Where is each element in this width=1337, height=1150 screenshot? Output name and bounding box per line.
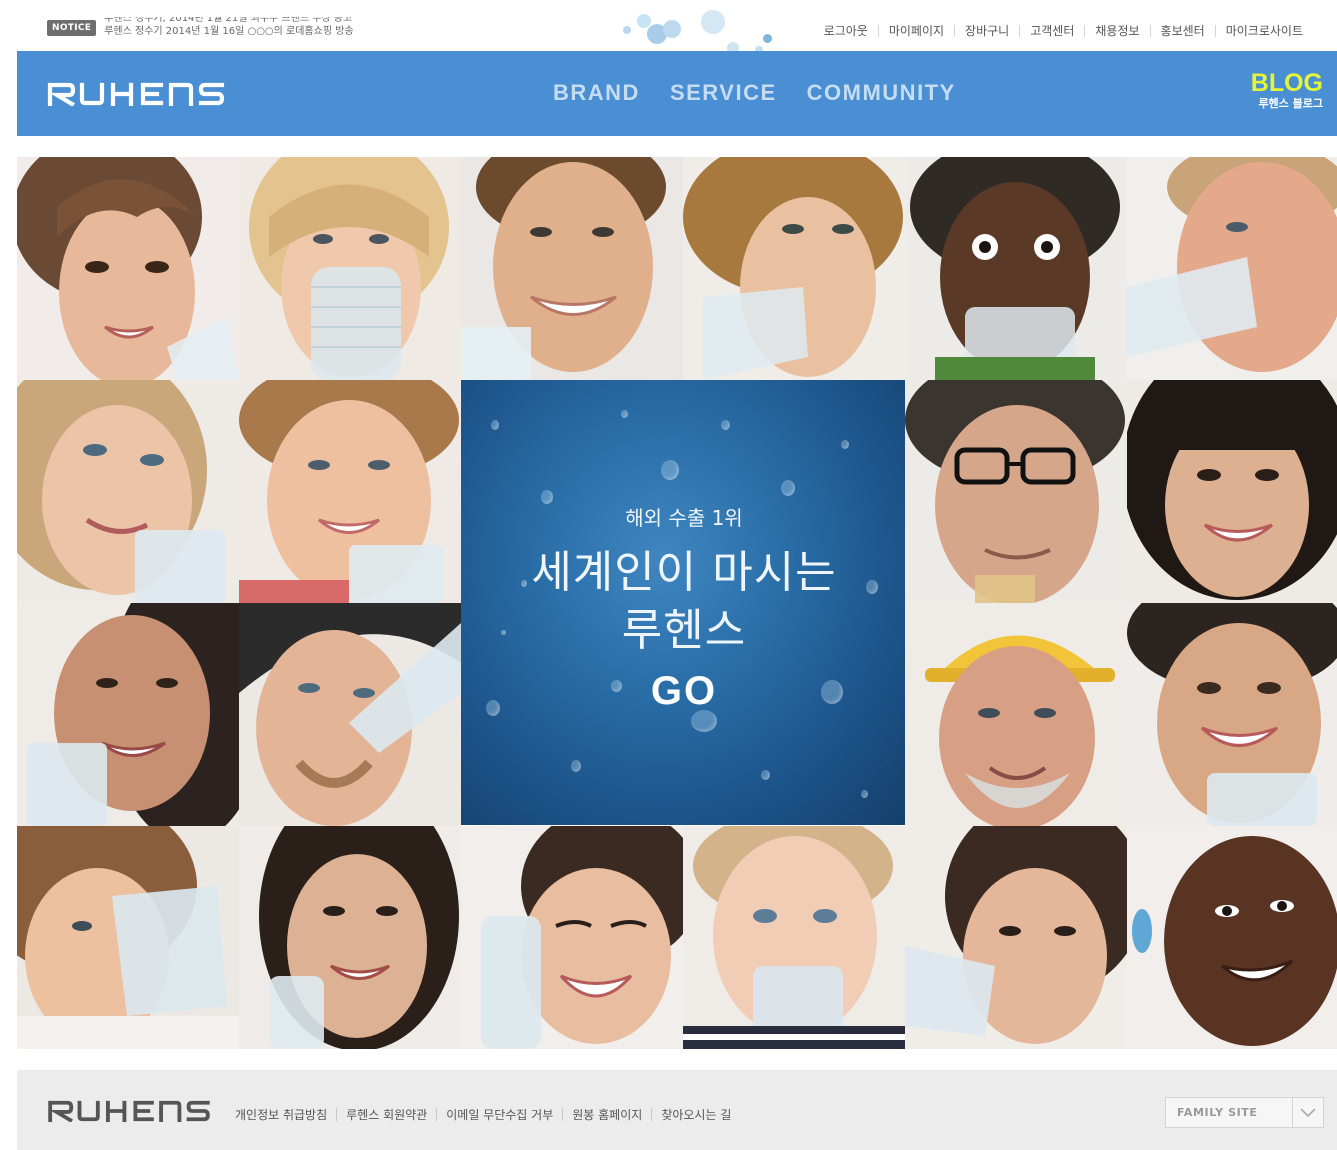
photo-tile — [17, 380, 239, 603]
person-photo-image — [1132, 836, 1337, 1046]
photo-tile — [461, 157, 683, 380]
chevron-down-icon[interactable] — [1292, 1098, 1323, 1127]
family-site-label: FAMILY SITE — [1177, 1106, 1258, 1119]
family-site-select[interactable]: FAMILY SITE — [1165, 1097, 1324, 1128]
pr-center-link[interactable]: 홍보센터 — [1151, 22, 1215, 39]
ruhens-logo-wordmark — [47, 82, 225, 107]
photo-tile — [239, 380, 461, 603]
person-photo-image — [910, 157, 1120, 380]
feature-copy: 해외 수출 1위 세계인이 마시는 루헨스 GO — [461, 506, 907, 716]
photo-tile — [905, 380, 1127, 603]
nav-brand[interactable]: BRAND — [553, 80, 640, 106]
notice-ticker[interactable]: 루헨스 정수기, 2014년 1월 21일 최우수 브랜드 수상 공고 루헨스 … — [104, 17, 404, 39]
footer-links: 개인정보 취급방침 루헨스 회원약관 이메일 무단수집 거부 원봉 홈페이지 찾… — [235, 1106, 740, 1123]
nav-community[interactable]: COMMUNITY — [807, 80, 956, 106]
photo-tile — [1127, 157, 1337, 380]
logout-link[interactable]: 로그아웃 — [814, 22, 878, 39]
photo-tile — [905, 826, 1127, 1049]
nav-service[interactable]: SERVICE — [670, 80, 777, 106]
person-photo-image — [17, 157, 239, 380]
person-photo-image — [905, 380, 1125, 603]
person-photo-image — [1127, 380, 1337, 600]
photo-tile — [17, 157, 239, 380]
cart-link[interactable]: 장바구니 — [955, 22, 1019, 39]
main-navigation: BRAND SERVICE COMMUNITY — [553, 80, 956, 106]
notice-item[interactable]: 루헨스 정수기, 2014년 1월 21일 최우수 브랜드 수상 공고 — [104, 17, 404, 25]
photo-tile — [683, 826, 905, 1049]
utility-links: 로그아웃 마이페이지 장바구니 고객센터 채용정보 홍보센터 마이크로사이트 — [814, 22, 1313, 39]
person-photo-image — [17, 826, 239, 1049]
blog-title: BLOG — [1250, 69, 1323, 97]
person-photo-image — [683, 157, 903, 380]
person-photo-image — [461, 157, 666, 380]
photo-tile — [683, 157, 905, 380]
main-header: BRAND SERVICE COMMUNITY BLOG 루헨스 블로그 — [17, 51, 1337, 136]
photo-tile — [239, 826, 461, 1049]
person-photo-image — [249, 157, 449, 380]
decorative-bubbles — [615, 6, 785, 54]
photo-tile — [905, 157, 1127, 380]
blog-subtitle: 루헨스 블로그 — [1258, 97, 1323, 110]
notice-badge: NOTICE — [47, 20, 97, 36]
privacy-policy-link[interactable]: 개인정보 취급방침 — [235, 1106, 336, 1123]
person-photo-image — [27, 603, 239, 826]
person-photo-image — [17, 380, 225, 603]
person-photo-image — [239, 380, 459, 603]
person-photo-image — [239, 603, 461, 826]
person-photo-image — [683, 826, 905, 1049]
photo-tile — [1127, 380, 1337, 603]
feature-subtitle: 해외 수출 1위 — [625, 506, 743, 530]
customer-center-link[interactable]: 고객센터 — [1020, 22, 1084, 39]
feature-headline-2: 루헨스 — [621, 605, 747, 656]
person-photo-image — [481, 826, 683, 1049]
email-refusal-link[interactable]: 이메일 무단수집 거부 — [437, 1106, 562, 1123]
person-photo-image — [259, 826, 459, 1049]
feature-banner[interactable]: 해외 수출 1위 세계인이 마시는 루헨스 GO — [461, 380, 907, 825]
photo-tile — [905, 603, 1127, 826]
photo-tile — [239, 157, 461, 380]
photo-tile — [461, 826, 683, 1049]
notice-item[interactable]: 루헨스 정수기 2014년 1월 16일 ○○○의 로데홈쇼핑 방송 — [104, 25, 404, 38]
person-photo-image — [1127, 603, 1337, 826]
recruit-link[interactable]: 채용정보 — [1085, 22, 1149, 39]
go-button[interactable]: GO — [461, 666, 907, 716]
photo-tile — [1127, 826, 1337, 1049]
feature-headline-1: 세계인이 마시는 — [531, 547, 837, 598]
mypage-link[interactable]: 마이페이지 — [879, 22, 954, 39]
photo-tile — [239, 603, 461, 826]
footer: 개인정보 취급방침 루헨스 회원약관 이메일 무단수집 거부 원봉 홈페이지 찾… — [17, 1070, 1337, 1150]
member-terms-link[interactable]: 루헨스 회원약관 — [337, 1106, 436, 1123]
photo-tile — [17, 826, 239, 1049]
wonbong-homepage-link[interactable]: 원봉 홈페이지 — [563, 1106, 651, 1123]
person-photo-image — [1127, 157, 1337, 372]
footer-logo[interactable] — [47, 1100, 211, 1126]
notice-area: NOTICE 루헨스 정수기, 2014년 1월 21일 최우수 브랜드 수상 … — [47, 17, 404, 41]
ruhens-logo[interactable] — [47, 82, 225, 110]
person-photo-image — [925, 635, 1115, 826]
photo-tile — [17, 603, 239, 826]
microsite-link[interactable]: 마이크로사이트 — [1216, 22, 1313, 39]
person-photo-image — [905, 826, 1127, 1044]
ruhens-footer-wordmark — [48, 1100, 210, 1123]
directions-link[interactable]: 찾아오시는 길 — [652, 1106, 740, 1123]
photo-tile — [1127, 603, 1337, 826]
people-photo-grid: 해외 수출 1위 세계인이 마시는 루헨스 GO — [17, 157, 1337, 1049]
blog-link[interactable]: BLOG 루헨스 블로그 — [1251, 69, 1323, 111]
top-utility-bar: NOTICE 루헨스 정수기, 2014년 1월 21일 최우수 브랜드 수상 … — [0, 0, 1337, 54]
